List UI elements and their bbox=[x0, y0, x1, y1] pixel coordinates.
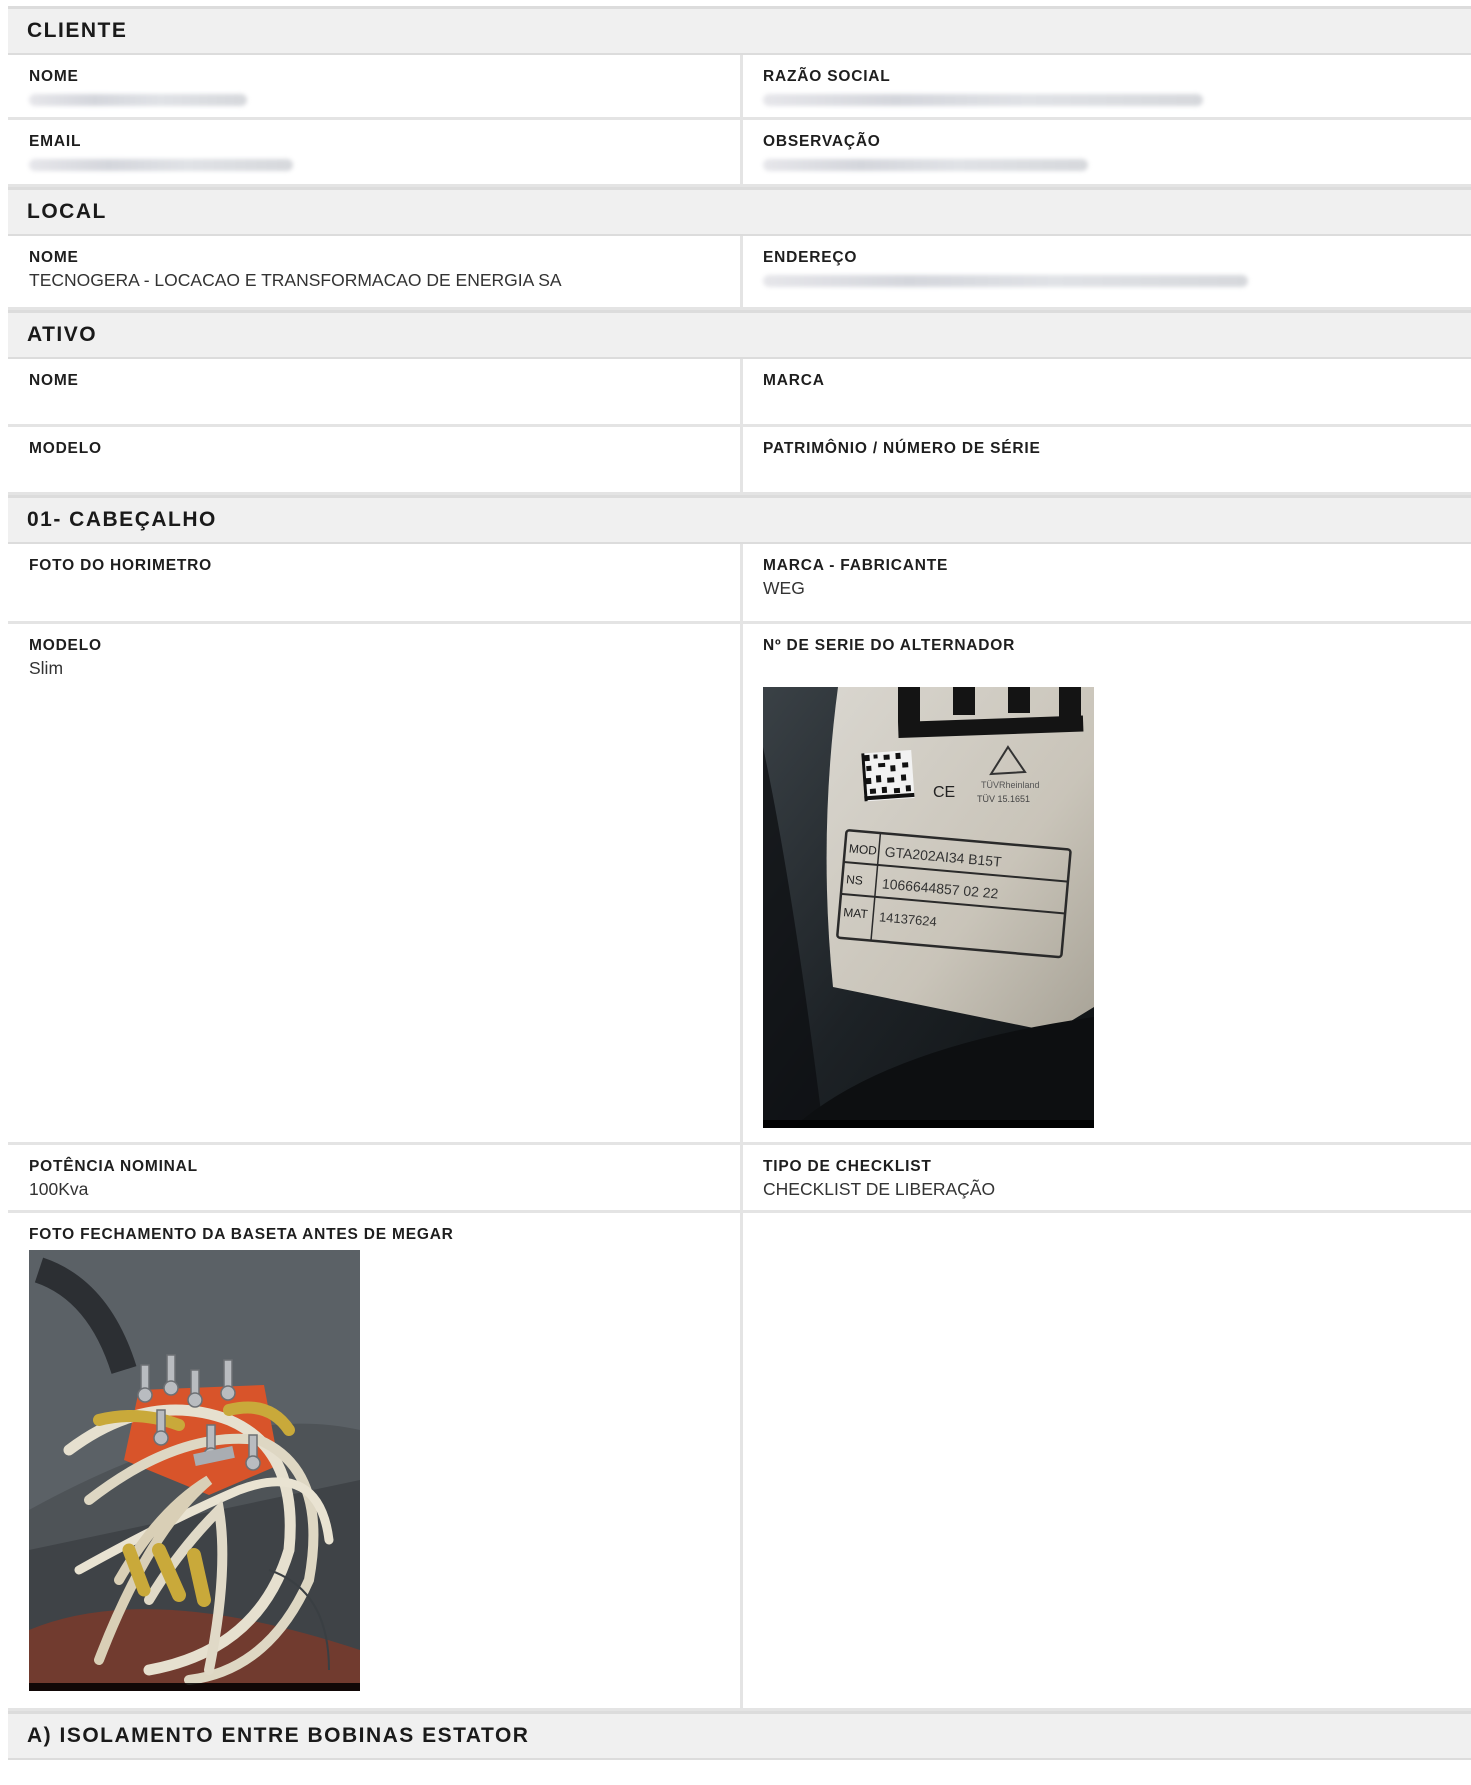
modelo-label: MODELO bbox=[29, 637, 102, 654]
cliente-row-1: NOME RAZÃO SOCIAL bbox=[8, 55, 1471, 120]
cliente-razao-redacted bbox=[763, 94, 1203, 106]
section-ativo-header: ATIVO bbox=[8, 310, 1471, 359]
local-endereco-redacted bbox=[763, 275, 1248, 287]
potencia-cell: POTÊNCIA NOMINAL 100Kva bbox=[8, 1145, 743, 1210]
ce-mark: CE bbox=[933, 784, 955, 801]
section-local-header: LOCAL bbox=[8, 187, 1471, 236]
datamatrix-code bbox=[861, 749, 915, 802]
foto-baseta-label: FOTO FECHAMENTO DA BASETA ANTES DE MEGAR bbox=[29, 1226, 454, 1243]
serie-alternador-cell: Nº DE SERIE DO ALTERNADOR CE TÜVRheinlan… bbox=[743, 624, 1471, 1142]
cabecalho-row-2: MODELO Slim Nº DE SERIE DO ALTERNADOR CE… bbox=[8, 624, 1471, 1145]
ativo-marca-cell: MARCA bbox=[743, 359, 1471, 424]
cliente-razao-cell: RAZÃO SOCIAL bbox=[743, 55, 1471, 117]
plate-ns-label: NS bbox=[846, 872, 864, 887]
cliente-obs-label: OBSERVAÇÃO bbox=[763, 133, 881, 150]
marca-fabricante-cell: MARCA - FABRICANTE WEG bbox=[743, 544, 1471, 621]
potencia-label: POTÊNCIA NOMINAL bbox=[29, 1158, 198, 1175]
local-nome-value: TECNOGERA - LOCACAO E TRANSFORMACAO DE E… bbox=[29, 270, 562, 290]
cliente-obs-redacted bbox=[763, 159, 1088, 171]
potencia-value: 100Kva bbox=[29, 1179, 89, 1199]
cliente-row-2: EMAIL OBSERVAÇÃO bbox=[8, 120, 1471, 187]
section-cliente-header: CLIENTE bbox=[8, 6, 1471, 55]
cabecalho-row-4: FOTO FECHAMENTO DA BASETA ANTES DE MEGAR bbox=[8, 1213, 1471, 1711]
tuv-line1: TÜVRheinland bbox=[981, 780, 1040, 790]
marca-fabricante-value: WEG bbox=[763, 578, 805, 598]
local-endereco-cell: ENDEREÇO bbox=[743, 236, 1471, 307]
modelo-cell: MODELO Slim bbox=[8, 624, 743, 1142]
modelo-value: Slim bbox=[29, 658, 64, 678]
tipo-checklist-cell: TIPO DE CHECKLIST CHECKLIST DE LIBERAÇÃO bbox=[743, 1145, 1471, 1210]
serie-alternador-label: Nº DE SERIE DO ALTERNADOR bbox=[763, 637, 1016, 654]
baseta-photo-svg bbox=[29, 1250, 360, 1691]
tipo-checklist-label: TIPO DE CHECKLIST bbox=[763, 1158, 932, 1175]
foto-horimetro-cell: FOTO DO HORIMETRO bbox=[8, 544, 743, 621]
cliente-razao-label: RAZÃO SOCIAL bbox=[763, 68, 891, 85]
cliente-email-label: EMAIL bbox=[29, 133, 82, 150]
baseta-photo[interactable] bbox=[29, 1250, 360, 1691]
report: CLIENTE NOME RAZÃO SOCIAL EMAIL OBSERVAÇ… bbox=[8, 6, 1471, 1760]
tipo-checklist-value: CHECKLIST DE LIBERAÇÃO bbox=[763, 1179, 996, 1199]
ativo-nome-cell: NOME bbox=[8, 359, 743, 424]
section-cabecalho-header: 01- CABEÇALHO bbox=[8, 495, 1471, 544]
foto-baseta-cell: FOTO FECHAMENTO DA BASETA ANTES DE MEGAR bbox=[8, 1213, 743, 1708]
foto-horimetro-label: FOTO DO HORIMETRO bbox=[29, 557, 212, 574]
cliente-nome-label: NOME bbox=[29, 68, 79, 85]
cliente-nome-redacted bbox=[29, 94, 247, 106]
local-endereco-label: ENDEREÇO bbox=[763, 249, 858, 266]
ativo-patrimonio-cell: PATRIMÔNIO / NÚMERO DE SÉRIE bbox=[743, 427, 1471, 492]
cabecalho-row-3: POTÊNCIA NOMINAL 100Kva TIPO DE CHECKLIS… bbox=[8, 1145, 1471, 1213]
ativo-patrimonio-label: PATRIMÔNIO / NÚMERO DE SÉRIE bbox=[763, 440, 1041, 457]
section-isolamento-header: A) ISOLAMENTO ENTRE BOBINAS ESTATOR bbox=[8, 1711, 1471, 1760]
local-nome-cell: NOME TECNOGERA - LOCACAO E TRANSFORMACAO… bbox=[8, 236, 743, 307]
ativo-nome-label: NOME bbox=[29, 372, 79, 389]
ativo-row-2: MODELO PATRIMÔNIO / NÚMERO DE SÉRIE bbox=[8, 427, 1471, 495]
ativo-marca-label: MARCA bbox=[763, 372, 825, 389]
local-nome-label: NOME bbox=[29, 249, 79, 266]
ativo-row-1: NOME MARCA bbox=[8, 359, 1471, 427]
empty-cell bbox=[743, 1213, 1471, 1708]
cliente-email-redacted bbox=[29, 159, 293, 171]
marca-fabricante-label: MARCA - FABRICANTE bbox=[763, 557, 949, 574]
nameplate-photo-svg: CE TÜVRheinland TÜV 15.1651 MOD GTA202AI… bbox=[763, 687, 1094, 1128]
cliente-email-cell: EMAIL bbox=[8, 120, 743, 184]
ativo-modelo-label: MODELO bbox=[29, 440, 102, 457]
plate-mat-label: MAT bbox=[843, 905, 869, 921]
cliente-obs-cell: OBSERVAÇÃO bbox=[743, 120, 1471, 184]
tuv-line2: TÜV 15.1651 bbox=[977, 794, 1030, 804]
local-row-1: NOME TECNOGERA - LOCACAO E TRANSFORMACAO… bbox=[8, 236, 1471, 310]
alternator-nameplate-photo[interactable]: CE TÜVRheinland TÜV 15.1651 MOD GTA202AI… bbox=[763, 687, 1094, 1128]
plate-mod-label: MOD bbox=[848, 841, 877, 857]
ativo-modelo-cell: MODELO bbox=[8, 427, 743, 492]
cabecalho-row-1: FOTO DO HORIMETRO MARCA - FABRICANTE WEG bbox=[8, 544, 1471, 624]
cliente-nome-cell: NOME bbox=[8, 55, 743, 117]
